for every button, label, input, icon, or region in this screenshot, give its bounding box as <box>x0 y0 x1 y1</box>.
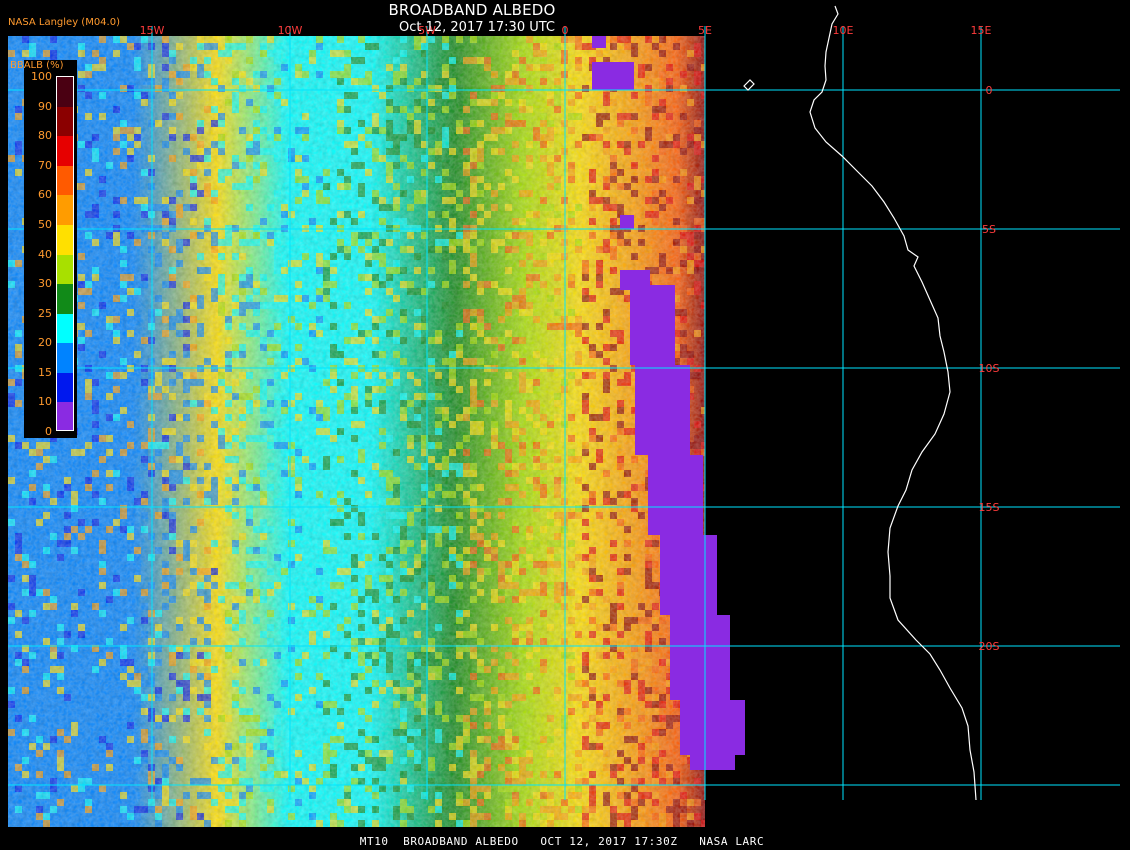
colorbar-tick-label: 15 <box>38 365 52 379</box>
colorbar-tick-label: 20 <box>38 336 52 350</box>
colorbar-swatch <box>57 254 73 285</box>
colorbar-tick-label: 50 <box>38 217 52 231</box>
colorbar-strip <box>56 76 74 431</box>
map-title: BROADBAND ALBEDO <box>388 1 556 19</box>
albedo-data-region <box>8 0 1130 850</box>
footer-caption: MT10 BROADBAND ALBEDO OCT 12, 2017 17:30… <box>359 835 765 848</box>
colorbar-swatch <box>57 165 73 196</box>
latitude-label: 5S <box>982 223 996 236</box>
map-subtitle: Oct 12, 2017 17:30 UTC <box>399 20 555 35</box>
colorbar-swatch <box>57 77 73 108</box>
colorbar-swatch <box>57 343 73 374</box>
colorbar-tick-label: 90 <box>38 99 52 113</box>
colorbar-tick-label: 60 <box>38 188 52 202</box>
colorbar-swatch <box>57 224 73 255</box>
latitude-label: 10S <box>979 362 1000 375</box>
colorbar-swatch <box>57 106 73 137</box>
latitude-label: 20S <box>979 640 1000 653</box>
latitude-label: 0 <box>986 84 993 97</box>
colorbar-tick-label: 10 <box>38 395 52 409</box>
colorbar-tick-label: 70 <box>38 158 52 172</box>
colorbar-swatch <box>57 284 73 315</box>
colorbar-swatch <box>57 313 73 344</box>
colorbar-swatch <box>57 402 73 430</box>
producer-label: NASA Langley (M04.0) <box>8 17 120 28</box>
map-stage: 15W 10W 5W 0 5E 10E 15E 0 5S 10S 15S 20S BROADBAND … <box>0 0 1130 850</box>
colorbar-swatch <box>57 136 73 167</box>
albedo-map: 15W 10W 5W 0 5E 10E 15E05S10S15S20S <box>8 0 1130 850</box>
latitude-label: 15S <box>979 501 1000 514</box>
colorbar-tick-label: 100 <box>31 70 52 83</box>
colorbar-tick-label: 40 <box>38 247 52 261</box>
colorbar-swatch <box>57 372 73 403</box>
colorbar-tick-label: 25 <box>38 306 52 320</box>
colorbar-tick-label: 80 <box>38 129 52 143</box>
colorbar-swatch <box>57 195 73 226</box>
colorbar-tick-label: 30 <box>38 277 52 291</box>
colorbar-tick-label: 0 <box>45 425 52 438</box>
